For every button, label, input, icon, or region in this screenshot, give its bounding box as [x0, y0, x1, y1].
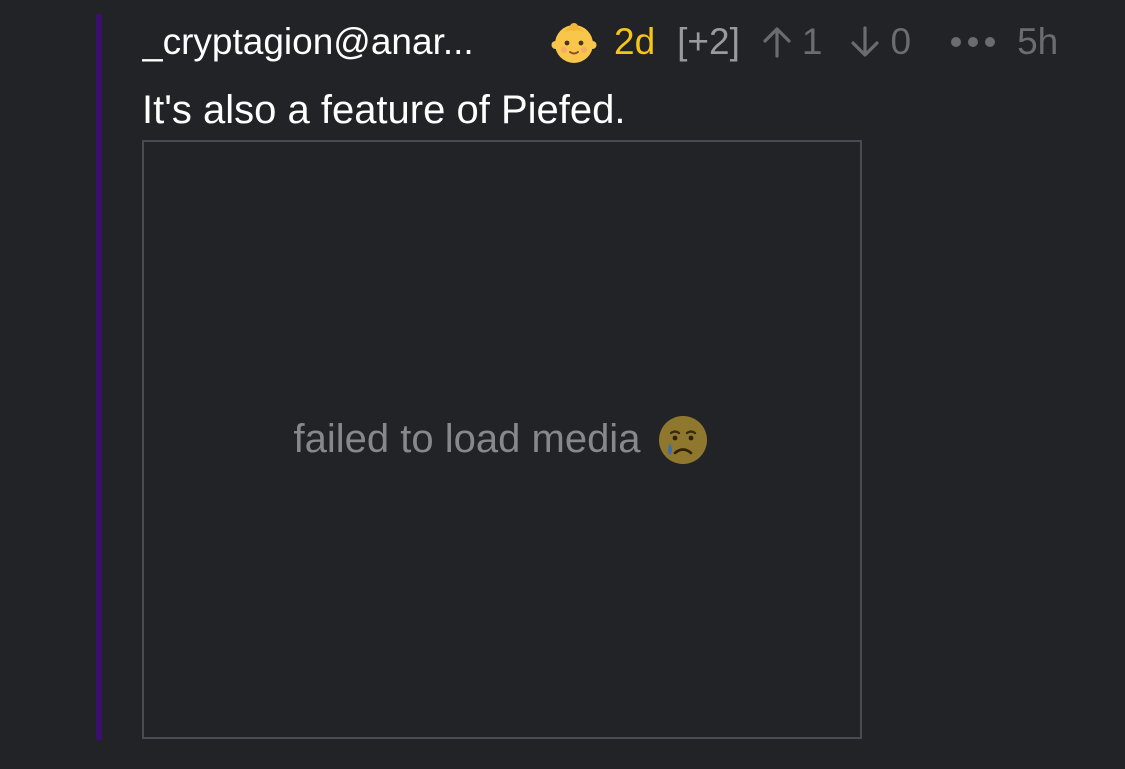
more-dot [968, 37, 979, 47]
timestamp: 5h [1017, 21, 1059, 62]
media-error-text: failed to load media [293, 417, 641, 461]
author-name[interactable]: _cryptagion@anar... [142, 21, 520, 63]
account-age-badge: 2d [614, 21, 656, 62]
downvote-button[interactable]: 0 [848, 21, 911, 63]
baby-emoji-icon [551, 23, 597, 63]
comment: _cryptagion@anar... 2d [+2] 1 0 5h It's … [142, 14, 1125, 739]
arrow-up-icon [763, 27, 791, 58]
thread-depth-bar[interactable] [96, 14, 102, 740]
arrow-down-icon [851, 26, 880, 57]
comment-view: _cryptagion@anar... 2d [+2] 1 0 5h It's … [0, 0, 1125, 769]
media-error: failed to load media [294, 413, 711, 467]
upvote-button[interactable]: 1 [760, 21, 823, 63]
comment-body: It's also a feature of Piefed. [142, 88, 626, 132]
media-placeholder[interactable]: failed to load media [142, 140, 862, 739]
upvote-count: 1 [801, 21, 823, 62]
score-label: [+2] [677, 21, 740, 62]
comment-meta: _cryptagion@anar... 2d [+2] 1 0 5h [142, 14, 1125, 70]
more-options-button[interactable] [951, 37, 996, 47]
more-dot [951, 37, 962, 47]
downvote-count: 0 [890, 21, 912, 62]
more-dot [985, 37, 996, 47]
crying-face-icon [659, 415, 708, 464]
